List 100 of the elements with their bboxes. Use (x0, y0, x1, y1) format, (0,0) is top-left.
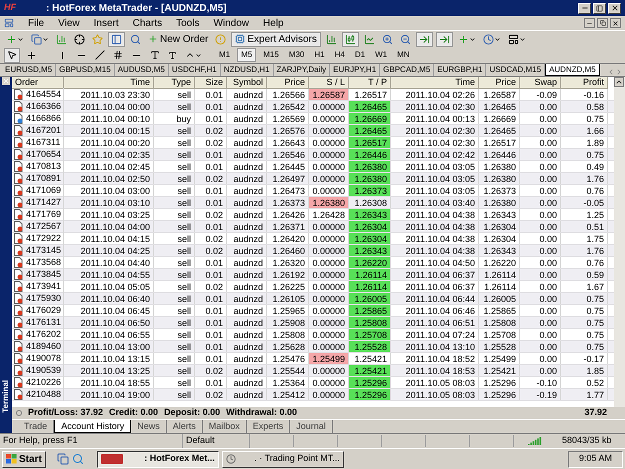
menu-item[interactable]: Tools (176, 16, 200, 30)
table-cell: 1.26373 (479, 185, 520, 196)
column-header[interactable]: Price (267, 77, 309, 89)
table-cell: audnzd (227, 221, 267, 232)
start-button[interactable]: Start (2, 450, 46, 468)
table-row[interactable]: 4189460 2011.10.04 13:00 sell 0.01 audnzd 1.25628 0.00000 1.25528 2011.10.04 13:10 1.25528 0.00 0.75 (12, 341, 614, 353)
chart-tab[interactable]: GBPUSD,M15 (56, 64, 115, 76)
table-cell: audnzd (227, 353, 267, 364)
column-header[interactable]: Time (64, 77, 154, 89)
summary-text: Withdrawal: 0.00 (226, 406, 298, 420)
chart-tab[interactable]: EURJPY,H1 (330, 64, 380, 76)
column-header[interactable]: Size (195, 77, 227, 89)
table-cell: 2011.10.04 03:05 (391, 185, 479, 196)
table-row[interactable]: 4173845 2011.10.04 04:55 sell 0.01 audnzd 1.26192 0.00000 1.26114 2011.10.04 06:37 1.26114 0.00 0.59 (12, 269, 614, 281)
table-row[interactable]: 4210488 2011.10.04 19:00 sell 0.02 audnzd 1.25412 0.00000 1.25296 2011.10.05 08:03 1.25296 -0.19 1.77 (12, 389, 614, 401)
table-row[interactable]: 4170891 2011.10.04 02:50 sell 0.02 audnzd 1.26497 0.00000 1.26380 2011.10.04 03:05 1.26380 0.00 1.76 (12, 173, 614, 185)
table-cell: 2011.10.04 06:50 (64, 317, 154, 328)
menu-item[interactable]: Insert (94, 16, 119, 30)
table-cell: 0.01 (195, 257, 227, 268)
new-order-button[interactable]: New Order (146, 32, 210, 46)
table-row[interactable]: 4172567 2011.10.04 04:00 sell 0.01 audnzd 1.26371 0.00000 1.26304 2011.10.04 04:38 1.26304 0.00 0.51 (12, 221, 614, 233)
timeframe-button[interactable]: H1 (311, 48, 328, 62)
timeframe-button[interactable]: W1 (372, 48, 390, 62)
table-cell: 0.00 (520, 341, 561, 352)
table-cell: 2011.10.04 06:37 (391, 269, 479, 280)
chart-tab[interactable]: USDCHF,H1 (168, 64, 221, 76)
table-cell: audnzd (227, 377, 267, 388)
table-row[interactable]: 4171427 2011.10.04 03:10 sell 0.01 audnzd 1.26373 1.26380 1.26308 2011.10.04 03:40 1.26380 0.00 -0.05 (12, 197, 614, 209)
column-header[interactable]: S / L (309, 77, 349, 89)
table-cell: 1.25865 (479, 305, 520, 316)
table-cell-text: 4176029 (26, 304, 62, 317)
chart-tab[interactable]: AUDUSD,M5 (114, 64, 169, 76)
terminal-tab[interactable]: Mailbox (202, 420, 247, 433)
column-header[interactable]: T / P (349, 77, 391, 89)
chart-tab[interactable]: GBPCAD,M5 (380, 64, 434, 76)
timeframe-button[interactable]: MN (394, 48, 413, 62)
table-row[interactable]: 4175930 2011.10.04 06:40 sell 0.01 audnzd 1.26105 0.00000 1.26005 2011.10.04 06:44 1.26005 0.00 0.75 (12, 293, 614, 305)
menu-item[interactable]: Charts (132, 16, 162, 30)
table-cell: 0.75 (561, 113, 608, 124)
menu-item[interactable]: File (28, 16, 44, 30)
column-header[interactable]: Profit (561, 77, 608, 89)
table-cell: 1.25 (561, 209, 608, 220)
table-cell: 1.25412 (267, 389, 309, 400)
table-cell-text: 4173568 (26, 256, 62, 269)
terminal-tab[interactable]: News (131, 420, 167, 433)
column-header[interactable]: Swap (520, 77, 561, 89)
terminal-tab[interactable]: Alerts (166, 420, 203, 433)
table-cell: sell (154, 125, 195, 136)
column-header[interactable]: Type (154, 77, 195, 89)
table-cell: 1.26465 (479, 125, 520, 136)
app-logo: HF (4, 1, 16, 14)
table-cell: 0.00 (520, 209, 561, 220)
chart-tab[interactable]: NZDUSD,H1 (220, 64, 274, 76)
table-row[interactable]: 4190539 2011.10.04 13:25 sell 0.02 audnzd 1.25544 0.00000 1.25421 2011.10.04 18:53 1.25421 0.00 1.85 (12, 365, 614, 377)
chart-tab[interactable]: EURUSD,M5 (2, 64, 56, 76)
table-row[interactable]: 4173145 2011.10.04 04:25 sell 0.02 audnzd 1.26460 0.00000 1.26343 2011.10.04 04:38 1.26343 0.00 1.76 (12, 245, 614, 257)
table-cell: 2011.10.04 06:40 (64, 293, 154, 304)
table-row[interactable]: 4176131 2011.10.04 06:50 sell 0.01 audnzd 1.25908 0.00000 1.25808 2011.10.04 06:51 1.25808 0.00 0.75 (12, 317, 614, 329)
table-cell: 0.01 (195, 101, 227, 112)
table-cell: 1.25965 (267, 305, 309, 316)
menu-item[interactable]: View (58, 16, 80, 30)
table-row[interactable]: 4167201 2011.10.04 00:15 sell 0.02 audnzd 1.26576 0.00000 1.26465 2011.10.04 02:30 1.26465 0.00 1.66 (12, 125, 614, 137)
column-header[interactable]: Time (391, 77, 479, 89)
taskbar-button[interactable]: . · Trading Point MT... (222, 450, 344, 468)
table-cell: 1.26114 (349, 269, 391, 280)
timeframe-button[interactable]: M15 (260, 48, 282, 62)
menu-item[interactable]: Help (263, 16, 284, 30)
terminal-tab[interactable]: Account History (54, 420, 132, 433)
table-cell: 0.01 (195, 89, 227, 100)
column-header[interactable]: Order (12, 77, 64, 89)
table-cell: -0.10 (520, 377, 561, 388)
table-cell: 2011.10.04 06:37 (391, 281, 479, 292)
table-row[interactable]: 4170654 2011.10.04 02:35 sell 0.01 audnzd 1.26546 0.00000 1.26446 2011.10.04 02:42 1.26446 0.00 0.75 (12, 149, 614, 161)
table-cell: 2011.10.04 04:40 (64, 257, 154, 268)
table-cell: 0.00 (520, 221, 561, 232)
table-cell-text: 4189460 (26, 340, 62, 353)
expert-advisors-button[interactable]: Expert Advisors (231, 32, 321, 46)
terminal-tab[interactable]: Experts (246, 420, 290, 433)
timeframe-button[interactable]: M5 (237, 48, 256, 62)
table-cell: 1.26005 (349, 293, 391, 304)
table-cell: 1.26569 (267, 113, 309, 124)
timeframe-button[interactable]: H4 (332, 48, 348, 62)
table-cell: 0.00 (520, 113, 561, 124)
chart-tab[interactable]: AUDNZD,M5 (545, 64, 600, 76)
table-cell: sell (154, 197, 195, 208)
timeframe-button[interactable]: M1 (216, 48, 234, 62)
table-cell: sell (154, 329, 195, 340)
menu-item[interactable]: Window (213, 16, 250, 30)
chart-tab[interactable]: ZARJPY,Daily (274, 64, 330, 76)
chart-tab[interactable]: EURGBP,H1 (434, 64, 486, 76)
table-cell: 0.01 (195, 269, 227, 280)
terminal-tab[interactable]: Journal (290, 420, 333, 433)
column-header[interactable]: Symbol (227, 77, 267, 89)
table-cell: 2011.10.04 04:38 (391, 209, 479, 220)
table-row[interactable]: 4166366 2011.10.04 00:00 sell 0.01 audnzd 1.26542 0.00000 1.26465 2011.10.04 02:30 1.26465 0.00 0.58 (12, 101, 614, 113)
timeframe-button[interactable]: M30 (286, 48, 308, 62)
timeframe-button[interactable]: D1 (352, 48, 368, 62)
column-header[interactable]: Price (479, 77, 520, 89)
table-cell: 1.26380 (349, 161, 391, 172)
taskbar-button[interactable]: : HotForex Met... (96, 450, 219, 468)
